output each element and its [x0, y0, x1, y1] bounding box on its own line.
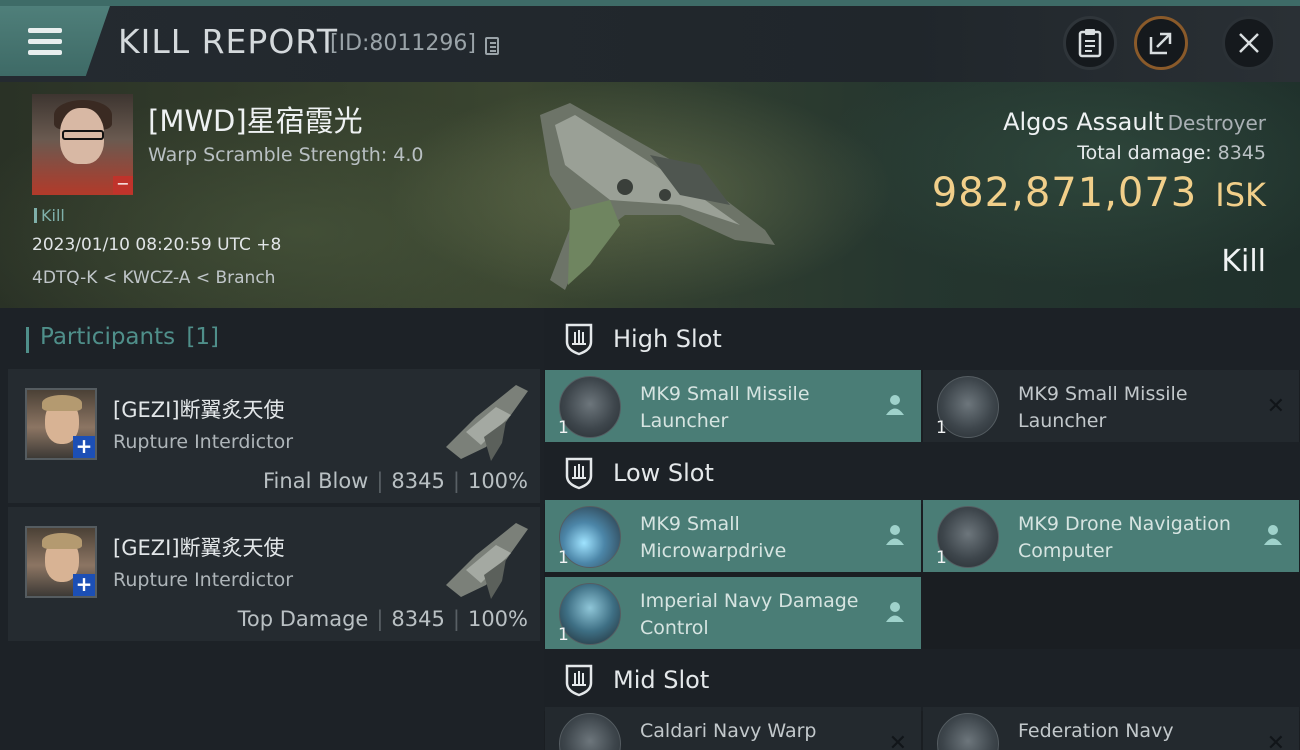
slot-shield-icon [565, 457, 593, 490]
participant-damage: 8345 [391, 469, 445, 493]
participant-role: Final Blow [263, 469, 369, 493]
module-name: MK9 Small Microwarpdrive [640, 513, 787, 562]
module-quantity: 1 [936, 548, 947, 568]
low-slot-header: Low Slot [544, 442, 1300, 504]
mid-slot-header: Mid Slot [544, 649, 1300, 711]
participant-ship: Rupture Interdictor [113, 431, 293, 453]
share-icon [1149, 32, 1172, 55]
module-name: Federation Navy [1018, 720, 1174, 742]
participant-card[interactable]: + [GEZI]断翼炙天使 Rupture Interdictor Top Da… [8, 507, 540, 641]
person-icon [886, 525, 904, 545]
close-icon [1239, 33, 1259, 53]
participants-count: [1] [186, 324, 220, 350]
victim-ship[interactable]: Algos Assault Destroyer [1003, 108, 1266, 136]
page-title: KILL REPORT [118, 22, 338, 61]
participant-stats: Top Damage | 8345 | 100% [237, 607, 528, 631]
destroyed-x-icon: ✕ [1266, 731, 1285, 750]
participant-ship-image [446, 385, 528, 461]
top-accent-line [0, 0, 1300, 6]
participant-ship: Rupture Interdictor [113, 569, 293, 591]
destroyed-x-icon: ✕ [1266, 394, 1285, 419]
victim-ship-class: Destroyer [1167, 111, 1266, 135]
isk-value: 982,871,073 ISK [932, 170, 1266, 216]
total-damage-label: Total damage: [1077, 142, 1212, 164]
module-item[interactable]: 1 Federation Navy ✕ [923, 707, 1299, 750]
victim-name[interactable]: [MWD]星宿霞光 [148, 98, 363, 140]
participant-role: Top Damage [237, 607, 369, 631]
kill-result: Kill [1221, 244, 1266, 279]
destroyed-x-icon: ✕ [888, 731, 907, 750]
copy-id-icon[interactable] [485, 37, 499, 55]
module-name: Imperial Navy Damage Control [640, 590, 859, 639]
module-quantity: 1 [936, 418, 947, 438]
plus-badge-icon: + [73, 436, 95, 458]
module-quantity: 1 [558, 418, 569, 438]
module-name: MK9 Small Missile Launcher [1018, 383, 1188, 432]
slot-shield-icon [565, 664, 593, 697]
module-quantity: 1 [558, 625, 569, 645]
warp-disruptor-icon [559, 713, 621, 750]
victim-ship-name: Algos Assault [1003, 108, 1164, 136]
module-name: MK9 Small Missile Launcher [640, 383, 810, 432]
mid-slot-label: Mid Slot [613, 666, 710, 694]
participants-label: Participants [40, 324, 176, 350]
stasis-webifier-icon [937, 713, 999, 750]
participant-stats: Final Blow | 8345 | 100% [263, 469, 528, 493]
total-damage: Total damage: 8345 [1077, 142, 1266, 164]
loss-badge-icon: − [113, 176, 133, 194]
report-id: [ID:8011296] [330, 31, 476, 56]
module-item[interactable]: 1 MK9 Small Missile Launcher ✕ [923, 370, 1299, 442]
victim-ship-image [540, 103, 775, 290]
participant-name: [GEZI]断翼炙天使 [113, 536, 285, 560]
module-name: Caldari Navy Warp [640, 720, 817, 742]
low-slot-label: Low Slot [613, 459, 714, 487]
participant-card[interactable]: + [GEZI]断翼炙天使 Rupture Interdictor Final … [8, 369, 540, 503]
share-button[interactable] [1134, 16, 1188, 70]
slot-shield-icon [565, 323, 593, 356]
isk-unit: ISK [1215, 176, 1266, 214]
person-icon [886, 602, 904, 622]
person-icon [886, 395, 904, 415]
kill-location[interactable]: 4DTQ-K < KWCZ-A < Branch [32, 268, 275, 288]
menu-button[interactable] [0, 6, 110, 76]
total-damage-value: 8345 [1217, 142, 1266, 164]
module-item[interactable]: 1 MK9 Small Missile Launcher [545, 370, 921, 442]
clipboard-icon [1078, 29, 1102, 58]
module-item[interactable]: 1 MK9 Drone Navigation Computer [923, 500, 1299, 572]
participants-header: Participants [1] [26, 324, 220, 353]
top-bar: KILL REPORT [ID:8011296] [0, 0, 1300, 82]
module-item[interactable]: 1 Caldari Navy Warp ✕ [545, 707, 921, 750]
participant-percent: 100% [467, 607, 528, 631]
clipboard-button[interactable] [1063, 16, 1117, 70]
participant-damage: 8345 [391, 607, 445, 631]
high-slot-header: High Slot [544, 308, 1300, 370]
participant-ship-image [446, 523, 528, 599]
high-slot-label: High Slot [613, 325, 722, 353]
close-button[interactable] [1222, 16, 1276, 70]
module-name: MK9 Drone Navigation Computer [1018, 513, 1231, 562]
module-item[interactable]: 1 Imperial Navy Damage Control [545, 577, 921, 649]
isk-amount: 982,871,073 [931, 170, 1198, 216]
menu-icon [28, 28, 62, 33]
module-item[interactable]: 1 MK9 Small Microwarpdrive [545, 500, 921, 572]
participant-name: [GEZI]断翼炙天使 [113, 398, 285, 422]
person-icon [1264, 525, 1282, 545]
module-quantity: 1 [558, 548, 569, 568]
kill-tag: Kill [34, 206, 65, 225]
warp-scramble-strength: Warp Scramble Strength: 4.0 [148, 144, 424, 166]
participant-percent: 100% [467, 469, 528, 493]
plus-badge-icon: + [73, 574, 95, 596]
kill-timestamp: 2023/01/10 08:20:59 UTC +8 [32, 235, 282, 255]
